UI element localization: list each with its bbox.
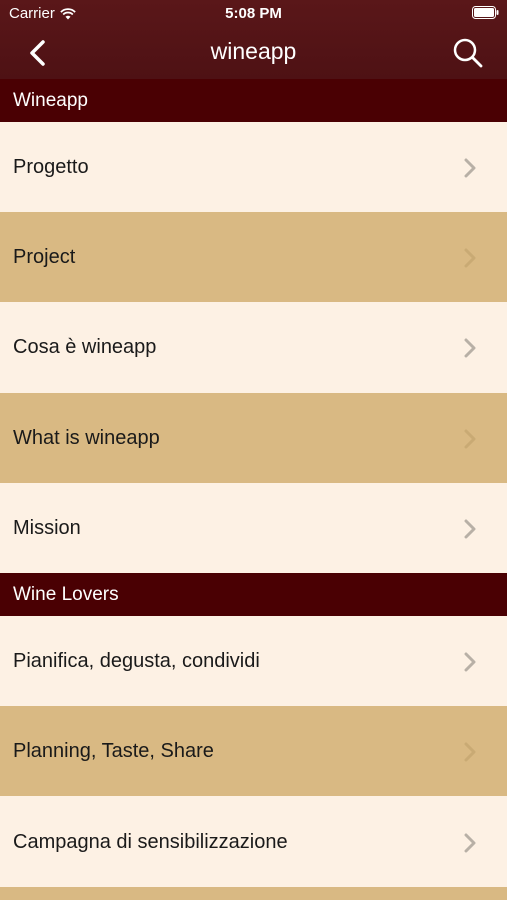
chevron-right-icon [464,158,476,178]
list-item[interactable]: What is wineapp [0,393,507,483]
section-header-wine-lovers: Wine Lovers [0,573,507,616]
list-item-partial[interactable] [0,887,507,900]
section-header-wineapp: Wineapp [0,79,507,122]
list-item-label: Pianifica, degusta, condividi [13,649,260,672]
chevron-right-icon [464,248,476,268]
list-item-label: Planning, Taste, Share [13,739,214,762]
battery-icon [472,6,499,19]
list-item[interactable]: Cosa è wineapp [0,302,507,392]
list-item-label: Project [13,245,76,268]
chevron-right-icon [464,429,476,449]
page-title: wineapp [210,38,297,64]
chevron-right-icon [464,652,476,672]
list-item[interactable]: Planning, Taste, Share [0,706,507,796]
list-item-label: Progetto [13,155,89,178]
status-time: 5:08 PM [225,5,282,22]
list-item[interactable]: Progetto [0,122,507,212]
status-bar: Carrier 5:08 PM [0,0,507,28]
chevron-right-icon [464,833,476,853]
search-icon[interactable] [451,36,485,70]
chevron-right-icon [464,519,476,539]
chevron-right-icon [464,742,476,762]
list-item-label: Cosa è wineapp [13,335,157,358]
chevron-right-icon [464,338,476,358]
list-item[interactable]: Mission [0,483,507,573]
list-item-label: What is wineapp [13,426,160,449]
list-item[interactable]: Campagna di sensibilizzazione [0,797,507,887]
top-bar: Carrier 5:08 PM wineapp [0,0,507,79]
list-item-label: Mission [13,516,81,539]
list-item-label: Campagna di sensibilizzazione [13,830,288,853]
navigation-bar: wineapp [0,28,507,79]
list-item[interactable]: Project [0,212,507,302]
list-item[interactable]: Pianifica, degusta, condividi [0,616,507,706]
